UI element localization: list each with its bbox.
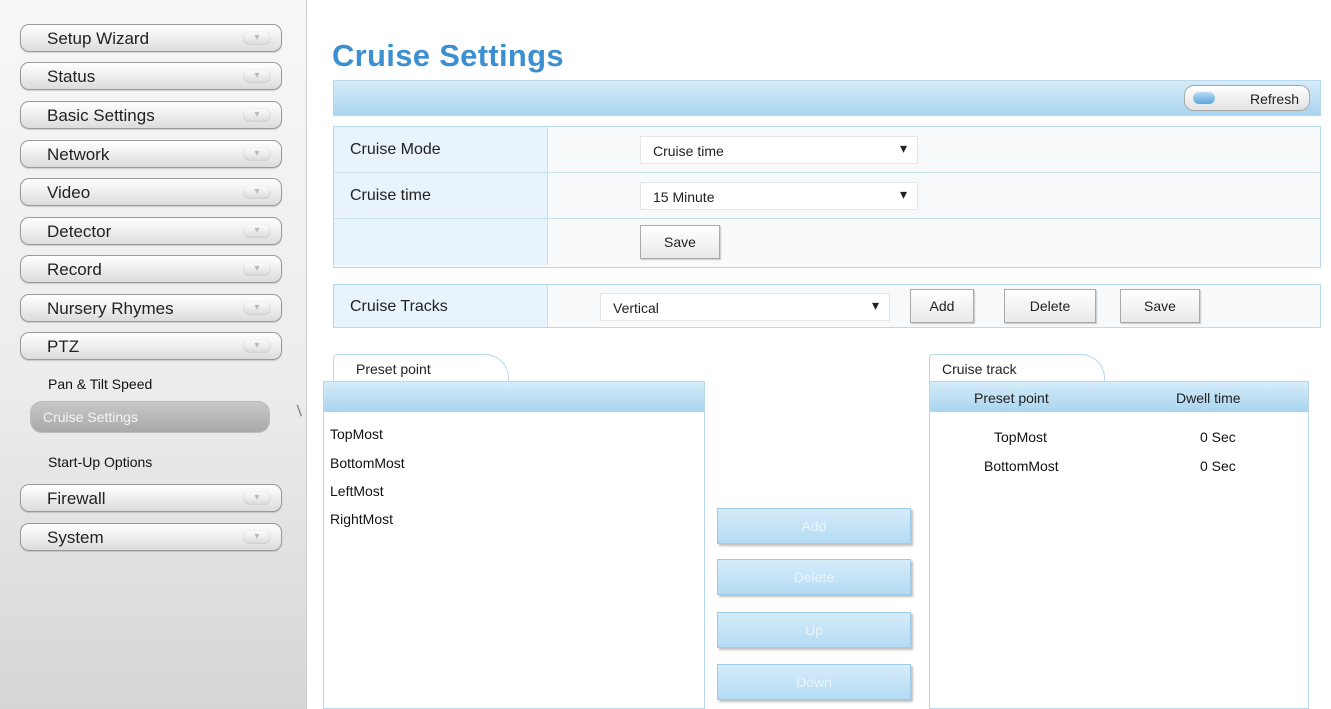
preset-tab-label: Preset point bbox=[356, 361, 431, 377]
chevron-icon: ▾ bbox=[243, 262, 271, 276]
page-title: Cruise Settings bbox=[332, 38, 564, 73]
toolbar: Refresh bbox=[333, 80, 1321, 116]
col-preset-point: Preset point bbox=[974, 390, 1049, 406]
sidebar-item-ptz[interactable]: PTZ ▾ bbox=[20, 332, 282, 360]
chevron-icon: ▾ bbox=[243, 108, 271, 122]
preset-point-panel: TopMost BottomMost LeftMost RightMost bbox=[323, 381, 705, 709]
sidebar-item-system[interactable]: System ▾ bbox=[20, 523, 282, 551]
move-up-button[interactable]: Up bbox=[717, 612, 911, 648]
sidebar-item-label: Firewall bbox=[47, 489, 106, 508]
cruise-track-panel: Preset point Dwell time TopMost 0 Sec Bo… bbox=[929, 381, 1309, 709]
save-button[interactable]: Save bbox=[640, 225, 720, 259]
remove-from-track-button[interactable]: Delete bbox=[717, 559, 911, 595]
active-pointer-icon: / bbox=[293, 403, 307, 420]
chevron-icon: ▾ bbox=[243, 147, 271, 161]
chevron-icon: ▾ bbox=[243, 530, 271, 544]
add-track-button[interactable]: Add bbox=[910, 289, 974, 323]
cruise-tracks-select[interactable]: Vertical ▾ bbox=[600, 293, 890, 321]
track-row-point[interactable]: BottomMost bbox=[984, 458, 1059, 474]
empty-label-cell bbox=[334, 219, 548, 265]
preset-list-item[interactable]: LeftMost bbox=[330, 483, 384, 499]
sidebar-item-basic-settings[interactable]: Basic Settings ▾ bbox=[20, 101, 282, 129]
cruise-time-value: 15 Minute bbox=[653, 189, 715, 205]
tab-preset-point[interactable]: Preset point bbox=[333, 354, 509, 382]
chevron-icon: ▾ bbox=[243, 185, 271, 199]
dropdown-arrow-icon: ▾ bbox=[899, 186, 907, 202]
track-row-dwell[interactable]: 0 Sec bbox=[1200, 429, 1236, 445]
sidebar-item-label: Network bbox=[47, 145, 110, 164]
sidebar-subitem-label: Cruise Settings bbox=[43, 409, 138, 425]
sidebar-item-video[interactable]: Video ▾ bbox=[20, 178, 282, 206]
sidebar-item-firewall[interactable]: Firewall ▾ bbox=[20, 484, 282, 512]
dropdown-arrow-icon: ▾ bbox=[899, 140, 907, 156]
save-row: Save bbox=[334, 219, 1320, 265]
dropdown-arrow-icon: ▾ bbox=[871, 297, 879, 313]
cruise-tracks-value: Vertical bbox=[613, 300, 659, 316]
sidebar-subitem-cruise-settings[interactable]: Cruise Settings bbox=[30, 401, 270, 433]
cruise-track-tab-label: Cruise track bbox=[942, 361, 1017, 377]
sidebar-item-label: Setup Wizard bbox=[47, 29, 150, 48]
cruise-track-header: Preset point Dwell time bbox=[930, 382, 1308, 412]
sidebar-subitem-pan-tilt-speed[interactable]: Pan & Tilt Speed bbox=[48, 376, 152, 392]
sidebar: Setup Wizard ▾ Status ▾ Basic Settings ▾… bbox=[0, 0, 307, 709]
chevron-icon: ▾ bbox=[243, 31, 271, 45]
refresh-icon bbox=[1193, 92, 1215, 104]
chevron-icon: ▾ bbox=[243, 301, 271, 315]
delete-track-button[interactable]: Delete bbox=[1004, 289, 1096, 323]
sidebar-item-label: System bbox=[47, 528, 104, 547]
cruise-time-label: Cruise time bbox=[350, 187, 431, 204]
tab-cruise-track[interactable]: Cruise track bbox=[929, 354, 1105, 382]
chevron-icon: ▾ bbox=[243, 69, 271, 83]
save-track-button[interactable]: Save bbox=[1120, 289, 1200, 323]
chevron-icon: ▾ bbox=[243, 339, 271, 353]
chevron-icon: ▾ bbox=[243, 491, 271, 505]
refresh-label: Refresh bbox=[1249, 91, 1299, 107]
cruise-time-row: Cruise time 15 Minute ▾ bbox=[334, 173, 1320, 219]
track-row-point[interactable]: TopMost bbox=[994, 429, 1047, 445]
sidebar-item-nursery-rhymes[interactable]: Nursery Rhymes ▾ bbox=[20, 294, 282, 322]
sidebar-item-record[interactable]: Record ▾ bbox=[20, 255, 282, 283]
sidebar-item-label: PTZ bbox=[47, 337, 80, 356]
sidebar-subitem-startup-options[interactable]: Start-Up Options bbox=[48, 454, 152, 470]
sidebar-item-setup-wizard[interactable]: Setup Wizard ▾ bbox=[20, 24, 282, 52]
sidebar-item-label: Record bbox=[47, 260, 102, 279]
cruise-tracks-label-cell: Cruise Tracks bbox=[334, 285, 548, 327]
chevron-icon: ▾ bbox=[243, 224, 271, 238]
cruise-mode-label-cell: Cruise Mode bbox=[334, 127, 548, 172]
sidebar-item-label: Detector bbox=[47, 222, 112, 241]
sidebar-item-label: Status bbox=[47, 67, 96, 86]
cruise-tracks-row: Cruise Tracks Vertical ▾ Add Delete Save bbox=[333, 284, 1321, 328]
cruise-time-label-cell: Cruise time bbox=[334, 173, 548, 218]
cruise-time-select[interactable]: 15 Minute ▾ bbox=[640, 182, 918, 210]
cruise-mode-label: Cruise Mode bbox=[350, 141, 441, 158]
cruise-tracks-label: Cruise Tracks bbox=[350, 298, 448, 315]
cruise-mode-value: Cruise time bbox=[653, 143, 724, 159]
preset-panel-header bbox=[324, 382, 704, 412]
refresh-button[interactable]: Refresh bbox=[1184, 85, 1310, 111]
col-dwell-time: Dwell time bbox=[1176, 390, 1241, 406]
sidebar-item-label: Nursery Rhymes bbox=[47, 299, 174, 318]
preset-list-item[interactable]: TopMost bbox=[330, 426, 383, 442]
sidebar-item-label: Video bbox=[47, 183, 91, 202]
sidebar-item-detector[interactable]: Detector ▾ bbox=[20, 217, 282, 245]
cruise-form: Cruise Mode Cruise time ▾ Cruise time 15… bbox=[333, 126, 1321, 268]
preset-list-item[interactable]: BottomMost bbox=[330, 455, 405, 471]
move-down-button[interactable]: Down bbox=[717, 664, 911, 700]
cruise-mode-select[interactable]: Cruise time ▾ bbox=[640, 136, 918, 164]
add-to-track-button[interactable]: Add bbox=[717, 508, 911, 544]
sidebar-item-label: Basic Settings bbox=[47, 106, 155, 125]
cruise-mode-row: Cruise Mode Cruise time ▾ bbox=[334, 127, 1320, 173]
sidebar-item-status[interactable]: Status ▾ bbox=[20, 62, 282, 90]
track-row-dwell[interactable]: 0 Sec bbox=[1200, 458, 1236, 474]
sidebar-item-network[interactable]: Network ▾ bbox=[20, 140, 282, 168]
preset-list-item[interactable]: RightMost bbox=[330, 511, 393, 527]
